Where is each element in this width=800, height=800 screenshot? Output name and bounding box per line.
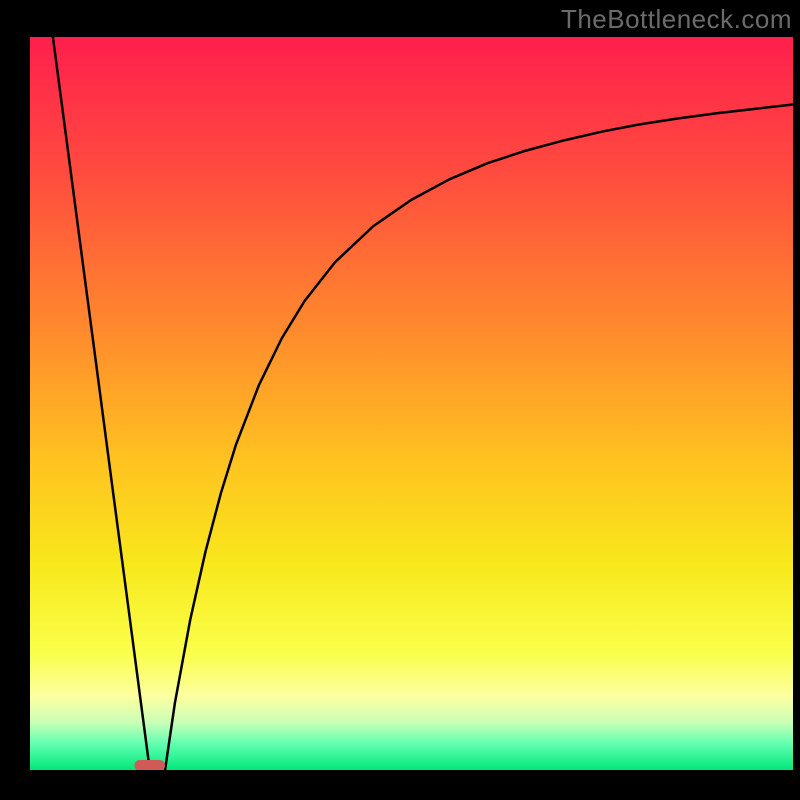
gradient-background: [30, 37, 793, 770]
watermark-text: TheBottleneck.com: [561, 4, 792, 35]
chart-stage: TheBottleneck.com: [0, 0, 800, 800]
plot-area: [30, 37, 793, 770]
valley-marker: [135, 760, 166, 770]
